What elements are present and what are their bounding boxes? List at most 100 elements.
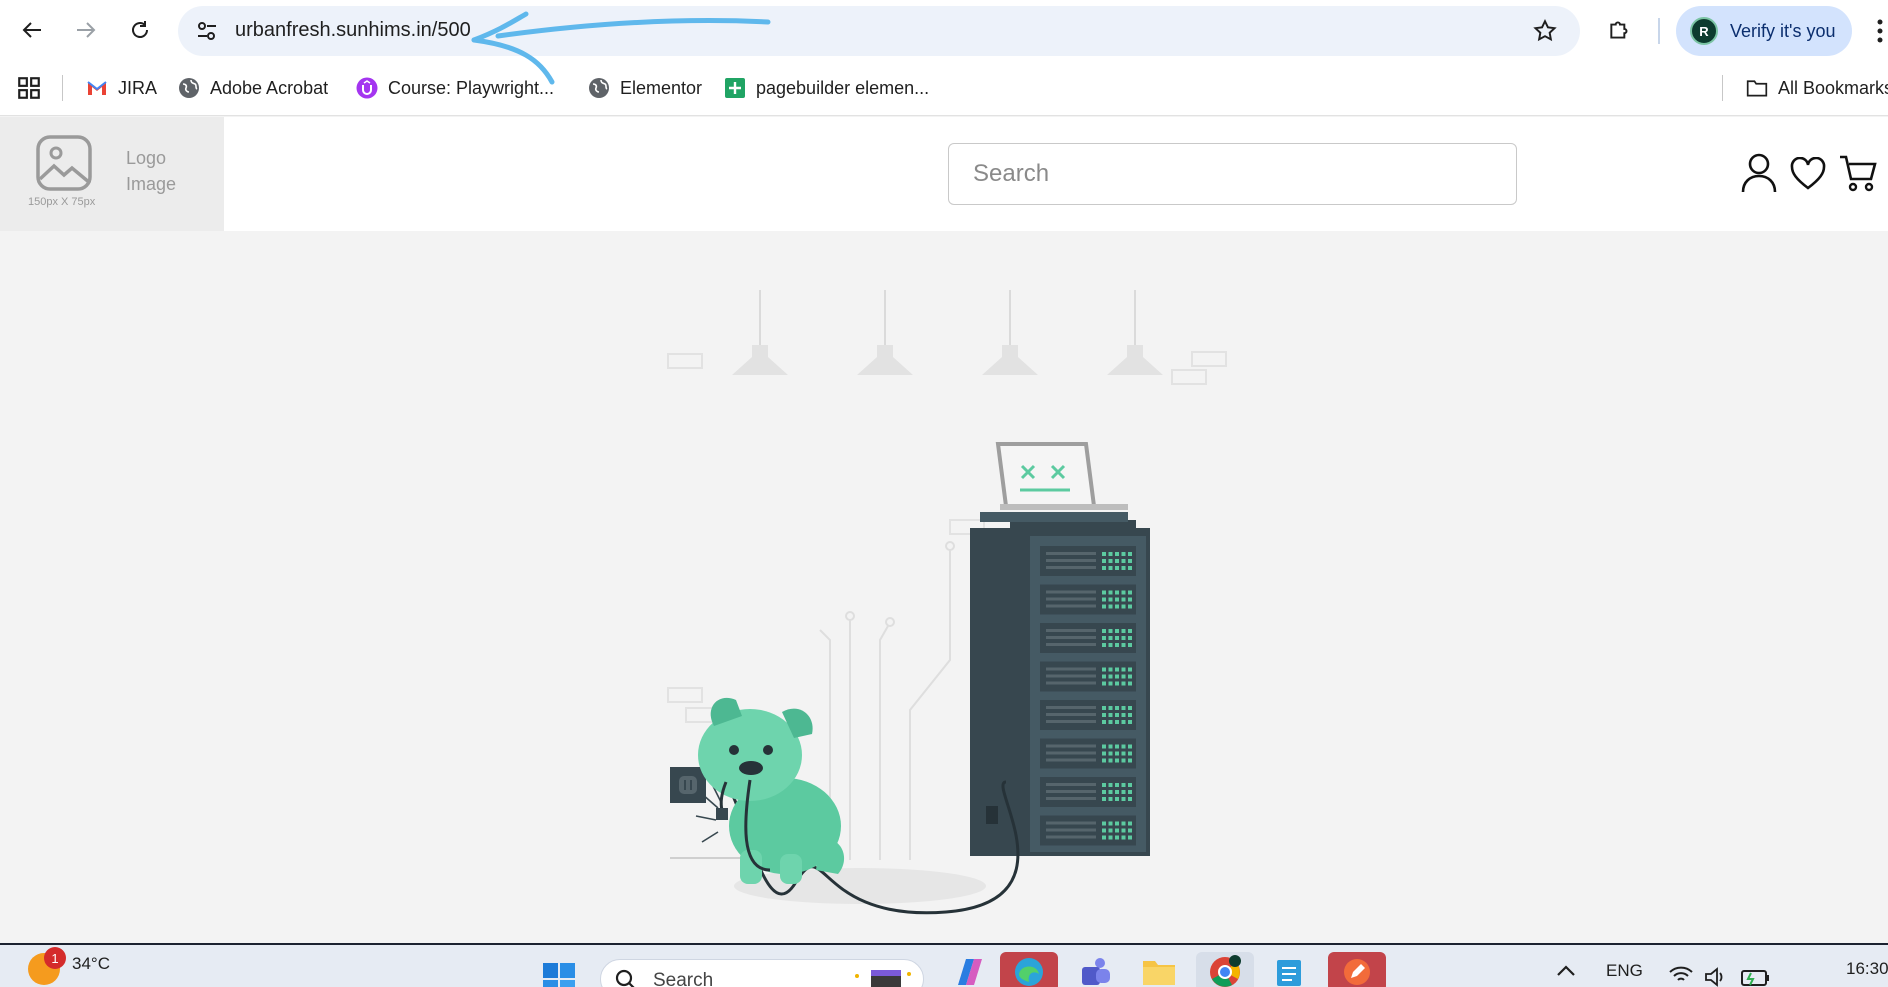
logo-text: Logo Image [126,145,196,197]
clock-time[interactable]: 16:30 [1846,959,1888,979]
rack-led [1128,720,1132,724]
bookmark-course-playwright[interactable]: Course: Playwright... [356,73,554,103]
taskbar-notepad[interactable] [1260,952,1318,987]
bookmark-jira[interactable]: JIRA [86,73,157,103]
taskbar-edge[interactable] [1000,952,1058,987]
wall-socket [670,767,706,803]
cart-icon[interactable] [1838,153,1878,193]
bookmark-label: Elementor [620,77,703,98]
rack-led [1102,790,1106,794]
rack-led [1115,790,1119,794]
rack-led [1128,751,1132,756]
rack-led [1108,681,1113,686]
windows-start-icon[interactable] [542,962,576,987]
teams-icon [1082,958,1110,985]
url-text[interactable]: urbanfresh.sunhims.in/500 [235,19,471,42]
site-search-input[interactable] [948,143,1517,205]
tray-overflow-chevron-icon[interactable] [1556,963,1576,977]
rack-led [1121,590,1126,595]
rack-led [1115,559,1119,563]
taskbar-search[interactable]: Search [600,959,924,987]
rack-led [1102,674,1106,679]
volume-icon[interactable] [1704,967,1728,987]
reload-icon [132,21,148,38]
rack-led [1102,597,1106,602]
clapperboard-icon [855,970,911,987]
rack-led [1121,828,1126,833]
rack-led [1128,835,1132,840]
rack-led [1108,590,1113,595]
rack-led [1121,790,1126,794]
rack-led [1115,797,1119,801]
rack-led [1128,604,1132,609]
battery-icon[interactable] [1740,967,1770,987]
taskbar-draw-app[interactable] [1328,952,1386,987]
extensions-button[interactable] [1602,12,1638,48]
taskbar-copilot[interactable] [940,952,998,987]
wifi-icon[interactable] [1668,965,1694,985]
notepad-icon [1277,960,1301,986]
input-language[interactable]: ENG [1606,961,1643,981]
wishlist-heart-icon[interactable] [1790,157,1826,191]
bookmark-label: JIRA [118,77,158,98]
apps-grid-icon[interactable] [16,75,42,101]
rack-led [1128,629,1132,633]
rack-led [1102,713,1106,717]
rack-led [1115,821,1119,826]
bookmarks-bar: JIRA Adobe Acrobat Course: Playwright...… [0,61,1888,116]
bookmark-label: Course: Playwright... [388,77,555,98]
rack-led [1115,643,1119,647]
chrome-icon [1210,955,1241,987]
server-error-illustration [667,290,1227,915]
bookmark-adobe-acrobat[interactable]: Adobe Acrobat [178,73,328,103]
rack-vent [1046,720,1096,723]
rack-led [1108,566,1113,570]
bookmark-pagebuilder[interactable]: pagebuilder elemen... [724,73,929,103]
rack-led [1121,713,1126,717]
taskbar-teams[interactable] [1066,952,1124,987]
rack-led [1102,681,1106,686]
rack-led [1121,744,1126,749]
menu-kebab-icon[interactable] [1876,18,1884,44]
rack-led [1115,552,1119,556]
rack-led [1115,835,1119,840]
back-button[interactable] [14,12,50,48]
bookmark-elementor[interactable]: Elementor [588,73,702,103]
profile-avatar: R [1690,17,1718,45]
weather-widget[interactable]: 1 34°C [28,947,110,985]
rack-led [1115,629,1119,633]
rack-led [1102,797,1106,801]
address-bar[interactable]: urbanfresh.sunhims.in/500 [178,6,1580,56]
forward-button[interactable] [68,12,104,48]
rack-led [1108,667,1113,672]
rack-led [1121,706,1126,710]
user-account-icon[interactable] [1741,153,1777,193]
site-settings-icon[interactable] [196,19,218,43]
rack-led [1115,681,1119,686]
forward-arrow-icon [77,22,96,38]
bookmark-star-icon[interactable] [1532,18,1558,44]
globe-icon [178,77,200,99]
rack-vent [1046,828,1096,832]
bookmarks-divider [1722,75,1723,101]
sheets-icon [724,77,746,99]
rack-led [1102,751,1106,756]
reload-button[interactable] [122,12,158,48]
rack-led [1128,706,1132,710]
logo-line1: Logo [126,148,167,168]
pen-icon [1344,959,1370,985]
taskbar-chrome[interactable] [1196,952,1254,987]
taskbar-search-label: Search [653,970,714,987]
site-logo[interactable]: 150px X 75px Logo Image [0,117,224,231]
rack-led [1121,597,1126,602]
rack-led [1102,835,1106,840]
toolbar-divider [1658,18,1660,44]
taskbar-file-explorer[interactable] [1130,952,1188,987]
rack-led [1115,590,1119,595]
rack-led [1102,667,1106,672]
rack-led [1108,559,1113,563]
rack-led [1108,758,1113,763]
profile-verify-button[interactable]: R Verify it's you [1676,6,1852,56]
rack-led [1128,828,1132,833]
all-bookmarks-button[interactable]: All Bookmarks [1746,73,1888,103]
